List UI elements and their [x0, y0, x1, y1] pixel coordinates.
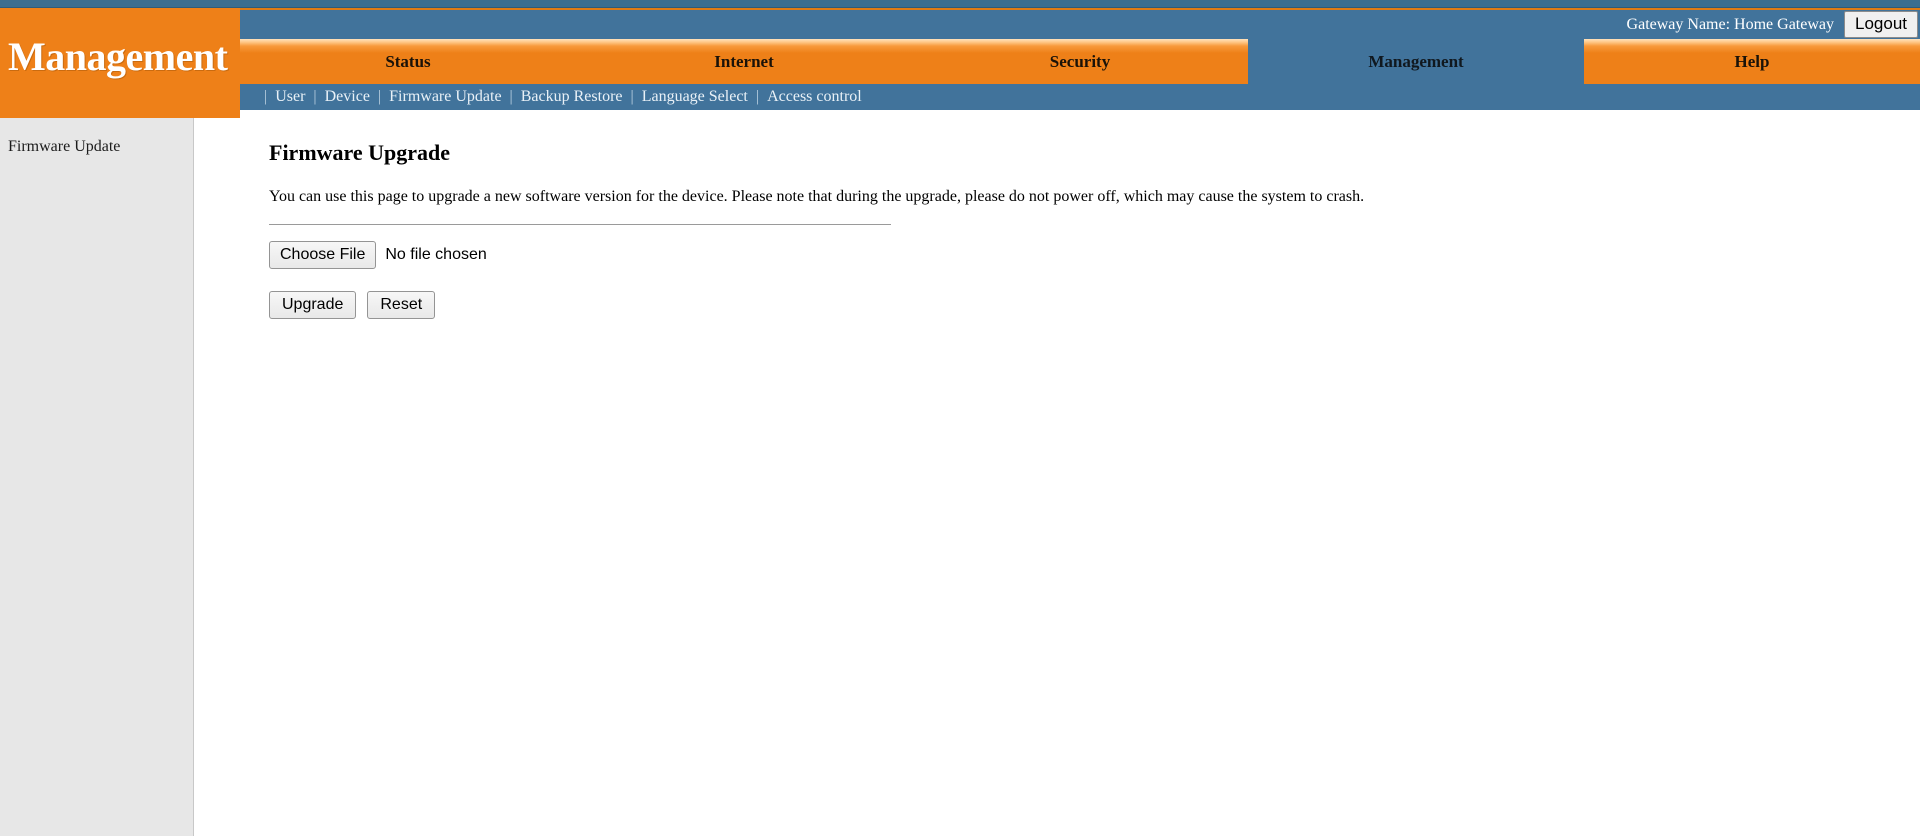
- sub-nav-separator: |: [755, 88, 760, 105]
- sub-nav-item-backup-restore[interactable]: Backup Restore: [521, 88, 623, 106]
- top-accent-strip: [0, 0, 1920, 8]
- logout-button[interactable]: Logout: [1844, 11, 1918, 38]
- tab-internet[interactable]: Internet: [576, 39, 912, 84]
- sub-nav-separator: |: [313, 88, 317, 105]
- sidebar: Firmware Update: [0, 118, 194, 836]
- tab-help[interactable]: Help: [1584, 39, 1920, 84]
- content-description: You can use this page to upgrade a new s…: [269, 188, 1365, 205]
- sub-nav-separator: |: [264, 88, 268, 105]
- router-admin-page: Management Gateway Name: Home Gateway Lo…: [0, 0, 1920, 836]
- sidebar-item-firmware-update[interactable]: Firmware Update: [0, 118, 193, 156]
- sub-nav-separator: |: [509, 88, 513, 105]
- tab-status[interactable]: Status: [240, 39, 576, 84]
- reset-button[interactable]: Reset: [367, 291, 436, 319]
- header-bar: Gateway Name: Home Gateway Logout: [240, 8, 1920, 39]
- tab-management[interactable]: Management: [1248, 39, 1584, 84]
- sub-nav-item-language-select[interactable]: Language Select: [642, 88, 748, 106]
- upgrade-button[interactable]: Upgrade: [269, 291, 357, 319]
- sub-nav-item-firmware-update[interactable]: Firmware Update: [389, 88, 501, 106]
- header-right-group: Gateway Name: Home Gateway Logout: [1627, 10, 1920, 39]
- main-navigation: Status Internet Security Management Help: [240, 39, 1920, 84]
- divider: [269, 224, 891, 225]
- action-button-row: Upgrade Reset: [269, 291, 1920, 319]
- content-area: Firmware Upgrade You can use this page t…: [195, 118, 1920, 836]
- sub-nav-separator: |: [630, 88, 634, 105]
- sub-nav-item-device[interactable]: Device: [325, 88, 370, 106]
- file-input-row: Choose File No file chosen: [269, 241, 1920, 269]
- file-status-label: No file chosen: [385, 246, 487, 263]
- tab-security[interactable]: Security: [912, 39, 1248, 84]
- sub-navigation: | User | Device | Firmware Update | Backup Rest…: [240, 84, 1920, 110]
- gateway-name-label: Gateway Name: Home Gateway: [1626, 15, 1834, 33]
- content-heading: Firmware Upgrade: [269, 140, 451, 165]
- page-title: Management: [8, 34, 228, 79]
- brand-block: Management: [0, 8, 240, 118]
- choose-file-button[interactable]: Choose File: [269, 241, 377, 269]
- sub-nav-separator: |: [377, 88, 382, 105]
- sub-nav-item-user[interactable]: User: [275, 88, 305, 106]
- sub-nav-item-access-control[interactable]: Access control: [767, 88, 862, 106]
